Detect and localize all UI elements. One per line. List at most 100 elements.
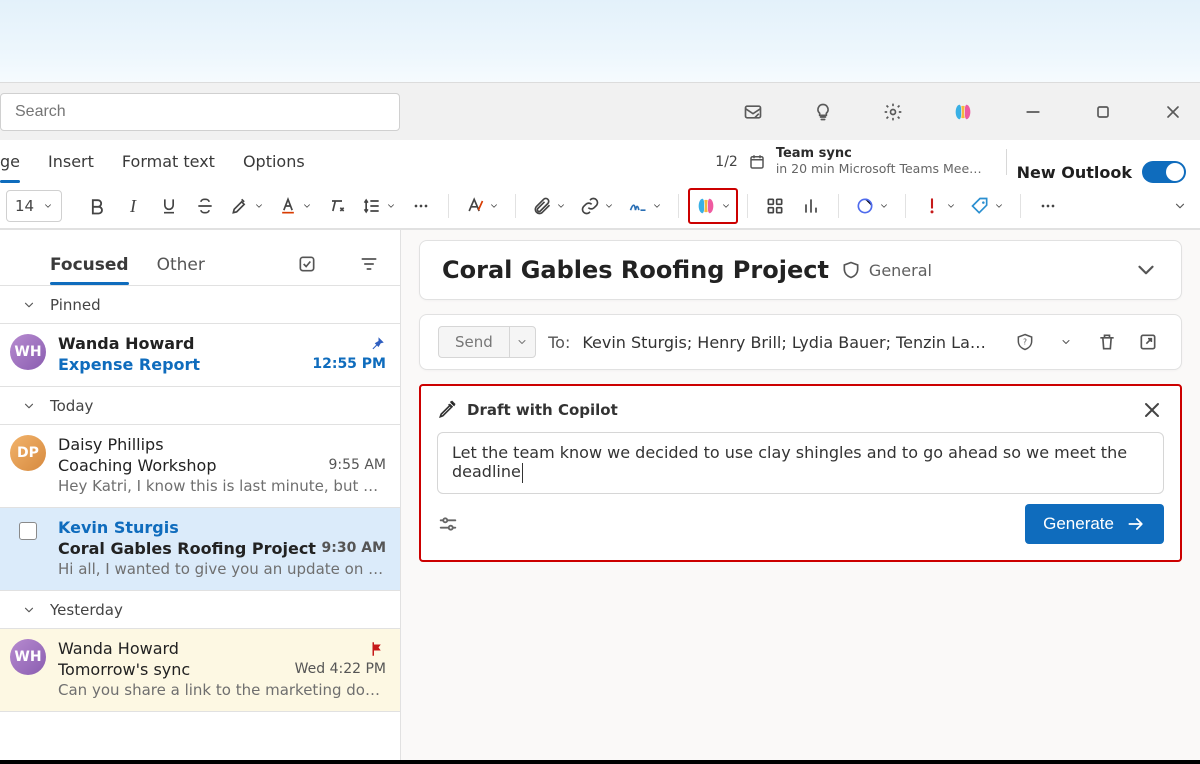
- group-yesterday[interactable]: Yesterday: [0, 591, 400, 629]
- tag-button[interactable]: [964, 189, 1010, 223]
- copilot-icon[interactable]: [942, 91, 984, 133]
- popout-button[interactable]: [1134, 327, 1163, 357]
- calendar-icon: [748, 153, 766, 171]
- search-box[interactable]: [0, 93, 400, 131]
- to-recipients[interactable]: Kevin Sturgis; Henry Brill; Lydia Bauer;…: [582, 333, 986, 352]
- copilot-toolbar-button[interactable]: [689, 189, 737, 223]
- more-commands-button[interactable]: [1031, 189, 1065, 223]
- tab-message[interactable]: ge: [0, 140, 20, 183]
- formatting-toolbar: 14 I: [0, 184, 1200, 229]
- italic-button[interactable]: I: [116, 189, 150, 223]
- chevron-down-icon: [22, 603, 36, 617]
- chevron-down-icon: [22, 399, 36, 413]
- send-options-button[interactable]: [510, 336, 535, 348]
- tab-insert[interactable]: Insert: [48, 140, 94, 183]
- message-time: Wed 4:22 PM: [295, 661, 386, 677]
- generate-button[interactable]: Generate: [1025, 504, 1164, 544]
- chevron-down-icon: [43, 201, 53, 211]
- settings-icon[interactable]: [872, 91, 914, 133]
- to-label: To:: [548, 333, 570, 352]
- window-close[interactable]: [1152, 91, 1194, 133]
- collapse-ribbon-button[interactable]: [1166, 192, 1194, 220]
- send-split-button[interactable]: Send: [438, 326, 536, 358]
- message-item-selected[interactable]: Kevin Sturgis Coral Gables Roofing Proje…: [0, 508, 400, 591]
- message-sender: Daisy Phillips: [58, 435, 164, 454]
- group-pinned[interactable]: Pinned: [0, 286, 400, 324]
- underline-button[interactable]: [152, 189, 186, 223]
- font-color-button[interactable]: [272, 189, 318, 223]
- tab-other[interactable]: Other: [157, 255, 205, 285]
- signature-button[interactable]: [622, 189, 668, 223]
- attach-button[interactable]: [526, 189, 572, 223]
- message-subject: Coaching Workshop: [58, 456, 216, 475]
- divider: [1006, 149, 1007, 175]
- message-item[interactable]: WH Wanda Howard Expense Report 12:55 PM: [0, 324, 400, 387]
- select-mode-button[interactable]: [290, 247, 324, 281]
- font-size-value: 14: [15, 197, 34, 215]
- adjust-options-icon[interactable]: [437, 513, 459, 535]
- window-minimize[interactable]: [1012, 91, 1054, 133]
- bold-button[interactable]: [80, 189, 114, 223]
- sensitivity-button[interactable]: [1010, 327, 1039, 357]
- message-item[interactable]: DP Daisy Phillips Coaching Workshop 9:55…: [0, 425, 400, 508]
- apps-button[interactable]: [758, 189, 792, 223]
- new-outlook-label: New Outlook: [1017, 163, 1132, 182]
- loop-button[interactable]: [849, 189, 895, 223]
- titlebar: [0, 82, 1200, 140]
- message-preview: Hey Katri, I know this is last minute, b…: [58, 477, 386, 495]
- close-icon[interactable]: [1140, 398, 1164, 422]
- filter-button[interactable]: [352, 247, 386, 281]
- message-sender: Wanda Howard: [58, 639, 179, 658]
- upcoming-meeting[interactable]: 1/2 Team sync in 20 min Microsoft Teams …: [701, 140, 995, 183]
- link-button[interactable]: [574, 189, 620, 223]
- compose-pen-icon: [437, 400, 457, 420]
- tab-options[interactable]: Options: [243, 140, 305, 183]
- copilot-panel-title: Draft with Copilot: [467, 401, 618, 419]
- generate-label: Generate: [1043, 514, 1114, 534]
- tips-icon[interactable]: [802, 91, 844, 133]
- compose-header: Send To: Kevin Sturgis; Henry Brill; Lyd…: [419, 314, 1182, 370]
- pin-icon: [368, 335, 386, 353]
- window-maximize[interactable]: [1082, 91, 1124, 133]
- window-top-band: [0, 0, 1200, 82]
- more-formatting-button[interactable]: [404, 189, 438, 223]
- copilot-prompt-text: Let the team know we decided to use clay…: [452, 443, 1149, 483]
- group-label: Yesterday: [50, 601, 123, 619]
- conversation-header: Coral Gables Roofing Project General: [419, 240, 1182, 300]
- avatar: DP: [10, 435, 46, 471]
- message-preview: Hi all, I wanted to give you an update o…: [58, 560, 386, 578]
- conversation-title: Coral Gables Roofing Project: [442, 256, 829, 284]
- mail-notes-icon[interactable]: [732, 91, 774, 133]
- highlight-button[interactable]: [224, 189, 270, 223]
- chevron-down-icon[interactable]: [1133, 257, 1159, 283]
- reading-pane: Coral Gables Roofing Project General Sen…: [401, 230, 1200, 764]
- message-item-flagged[interactable]: WH Wanda Howard Tomorrow's sync Wed 4:22…: [0, 629, 400, 712]
- message-list-pane: Focused Other Pinned WH Wanda Howard Exp…: [0, 230, 401, 764]
- search-input[interactable]: [13, 102, 387, 122]
- send-button[interactable]: Send: [439, 327, 510, 357]
- message-checkbox[interactable]: [19, 522, 37, 540]
- tab-focused[interactable]: Focused: [50, 255, 129, 285]
- toggle-switch[interactable]: [1142, 161, 1186, 183]
- message-time: 12:55 PM: [312, 356, 386, 372]
- copilot-icon: [695, 195, 717, 217]
- strikethrough-button[interactable]: [188, 189, 222, 223]
- font-size-select[interactable]: 14: [6, 190, 62, 222]
- copilot-draft-panel: Draft with Copilot Let the team know we …: [419, 384, 1182, 562]
- meeting-subtitle: in 20 min Microsoft Teams Mee…: [776, 162, 982, 176]
- high-importance-button[interactable]: [916, 189, 962, 223]
- bottom-edge: [0, 760, 1200, 764]
- line-spacing-button[interactable]: [356, 189, 402, 223]
- message-sender: Wanda Howard: [58, 334, 194, 353]
- clear-formatting-button[interactable]: [320, 189, 354, 223]
- sensitivity-label[interactable]: General: [869, 261, 932, 280]
- copilot-prompt-input[interactable]: Let the team know we decided to use clay…: [437, 432, 1164, 494]
- poll-button[interactable]: [794, 189, 828, 223]
- meeting-title: Team sync: [776, 147, 982, 162]
- tab-format-text[interactable]: Format text: [122, 140, 215, 183]
- sensitivity-options[interactable]: [1051, 327, 1080, 357]
- group-today[interactable]: Today: [0, 387, 400, 425]
- discard-draft-button[interactable]: [1093, 327, 1122, 357]
- styles-button[interactable]: [459, 189, 505, 223]
- new-outlook-toggle[interactable]: New Outlook: [1017, 161, 1200, 183]
